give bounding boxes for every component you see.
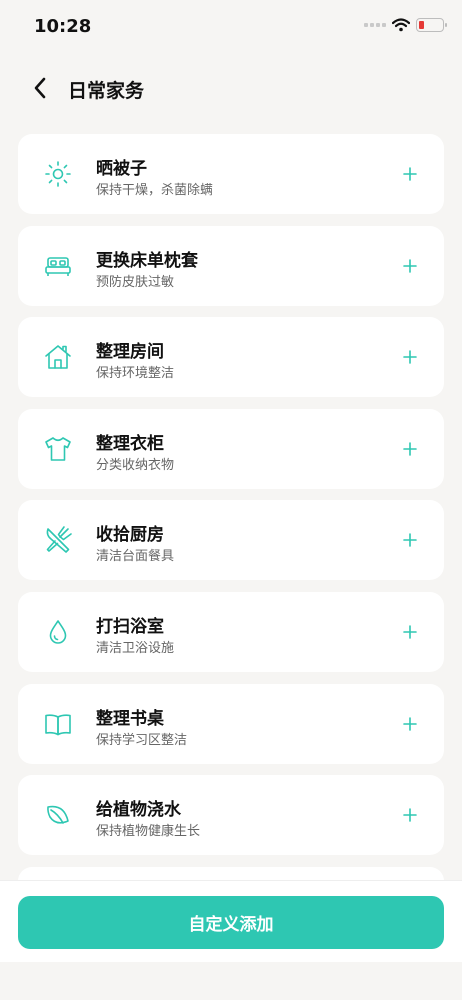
- plus-icon: [403, 167, 417, 181]
- add-button[interactable]: [398, 528, 422, 552]
- plus-icon: [403, 441, 417, 456]
- chore-subtitle: 保持植物健康生长: [96, 824, 201, 840]
- chore-card[interactable]: 整理衣柜 分类收纳衣物: [18, 408, 444, 489]
- chore-subtitle: 清洁台面餐具: [96, 549, 175, 565]
- bottom-bar: 自定义添加: [0, 880, 462, 962]
- chore-subtitle: 保持环境整洁: [96, 366, 175, 382]
- leaf-icon: [42, 799, 74, 831]
- book-icon: [42, 708, 74, 740]
- chore-card[interactable]: 整理房间 保持环境整洁: [18, 317, 444, 398]
- add-button[interactable]: [398, 345, 422, 369]
- plus-icon: [403, 716, 417, 731]
- chore-title: 整理书桌: [96, 708, 164, 729]
- nav-bar: 日常家务: [0, 60, 462, 116]
- plus-icon: [403, 350, 417, 364]
- chore-title: 整理房间: [96, 342, 164, 363]
- bed-icon: [42, 250, 74, 282]
- chore-title: 更换床单枕套: [96, 250, 198, 271]
- utensils-icon: [42, 524, 74, 556]
- chore-title: 整理衣柜: [96, 433, 164, 454]
- chore-subtitle: 预防皮肤过敏: [96, 274, 175, 290]
- wifi-icon: [392, 18, 410, 32]
- back-button[interactable]: [24, 72, 56, 104]
- page-title: 日常家务: [68, 80, 145, 102]
- chore-title: 晒被子: [96, 159, 147, 179]
- plus-icon: [403, 258, 417, 273]
- house-icon: [42, 341, 74, 373]
- chore-card[interactable]: 整理书桌 保持学习区整洁: [18, 683, 444, 764]
- chore-subtitle: 分类收纳衣物: [96, 457, 175, 473]
- plus-icon: [403, 808, 417, 822]
- chore-subtitle: 保持学习区整洁: [96, 732, 188, 748]
- signal-icon: [364, 23, 386, 27]
- add-button[interactable]: [398, 803, 422, 827]
- tshirt-icon: [42, 433, 74, 465]
- add-button[interactable]: [398, 620, 422, 644]
- status-icons: [364, 18, 447, 32]
- add-button[interactable]: [398, 162, 422, 186]
- plus-icon: [403, 533, 417, 548]
- chore-card[interactable]: 晒被子 保持干燥，杀菌除螨: [18, 134, 444, 214]
- chore-subtitle: 清洁卫浴设施: [96, 640, 175, 656]
- chore-card[interactable]: 给植物浇水 保持植物健康生长: [18, 775, 444, 856]
- sun-icon: [42, 158, 74, 190]
- chore-card[interactable]: 更换床单枕套 预防皮肤过敏: [18, 225, 444, 306]
- chore-title: 打扫浴室: [96, 616, 164, 637]
- status-bar: 10:28: [0, 0, 462, 56]
- bottom-safe-area: [0, 962, 462, 1000]
- add-button[interactable]: [398, 254, 422, 278]
- chore-title: 给植物浇水: [96, 800, 181, 821]
- chore-card[interactable]: 收拾厨房 清洁台面餐具: [18, 500, 444, 581]
- add-button[interactable]: [398, 712, 422, 736]
- chore-title: 收拾厨房: [96, 525, 164, 546]
- custom-add-button[interactable]: 自定义添加: [18, 896, 444, 949]
- chevron-left-icon: [34, 77, 46, 99]
- chore-card[interactable]: 打扫浴室 清洁卫浴设施: [18, 591, 444, 672]
- chore-list: 晒被子 保持干燥，杀菌除螨 更换床单枕套 预防皮肤过敏 整理房间 保持环境整洁 …: [18, 134, 444, 958]
- status-time: 10:28: [34, 16, 92, 37]
- plus-icon: [403, 625, 417, 639]
- droplet-icon: [42, 616, 74, 648]
- add-button[interactable]: [398, 437, 422, 461]
- chore-subtitle: 保持干燥，杀菌除螨: [96, 183, 214, 198]
- battery-icon: [416, 18, 447, 32]
